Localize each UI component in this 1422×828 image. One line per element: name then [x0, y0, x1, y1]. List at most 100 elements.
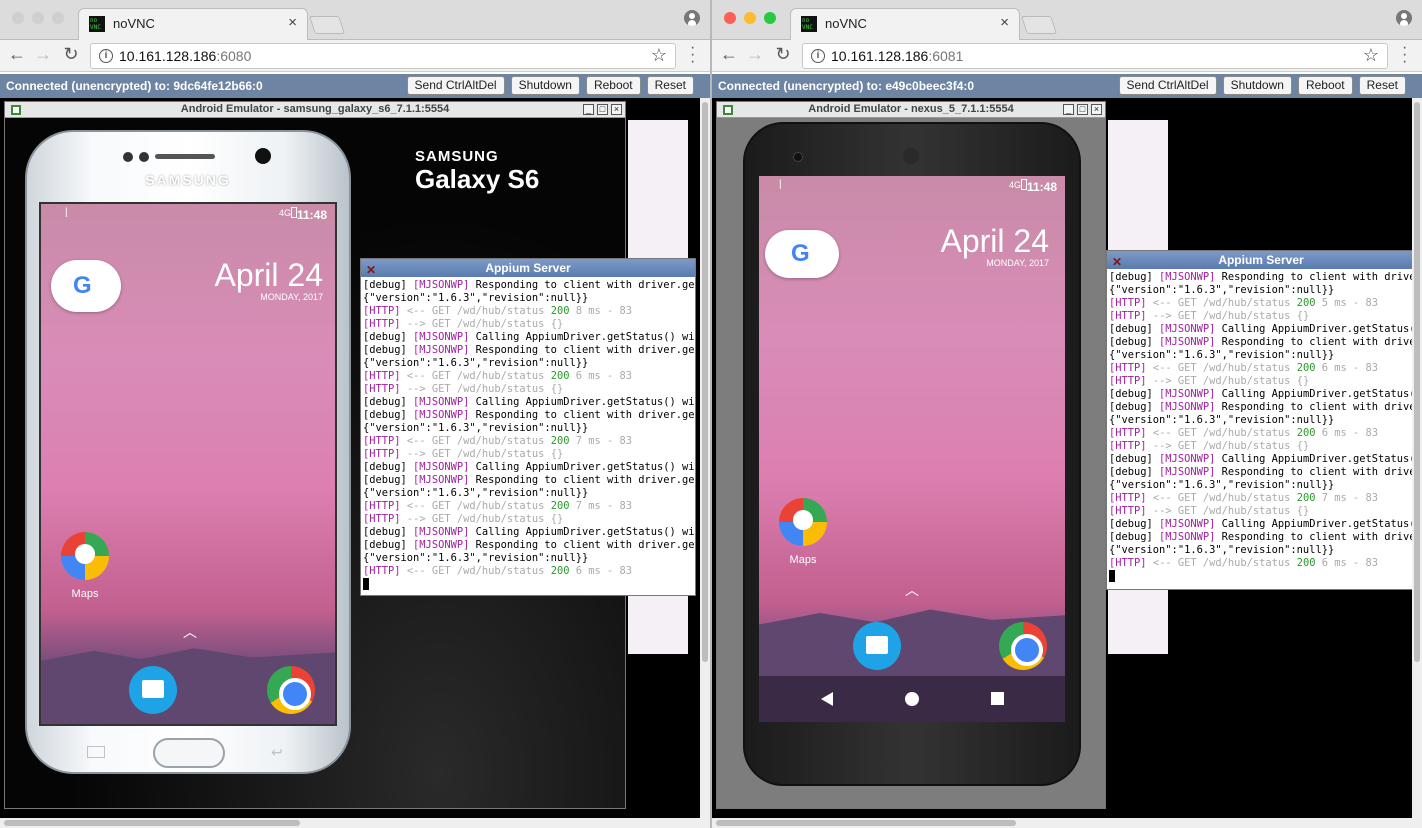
phone-screen[interactable]: | 4G 11:48 G April 24 MONDAY, 2017 Maps …	[759, 176, 1065, 722]
back-key[interactable]: ↩	[271, 744, 283, 761]
horizontal-scrollbar[interactable]	[712, 818, 1422, 828]
samsung-logo: SAMSUNG Galaxy S6	[415, 148, 540, 194]
site-info-icon[interactable]: i	[811, 49, 825, 63]
x-window-icon: ✕	[366, 263, 377, 277]
minimize-window-icon[interactable]	[744, 12, 756, 24]
profile-icon[interactable]	[1396, 10, 1412, 26]
horizontal-scrollbar[interactable]	[0, 818, 710, 828]
vnc-screen[interactable]: Android Emulator - nexus_5_7.1.1:5554 _ …	[712, 98, 1422, 818]
back-icon[interactable]: ←	[718, 44, 740, 65]
vnc-buttons: Send CtrlAltDel Shutdown Reboot Reset	[406, 76, 694, 95]
appium-log: [debug] [MJSONWP] Responding to client w…	[1109, 271, 1415, 584]
front-camera-icon	[255, 148, 271, 164]
new-tab-button[interactable]	[1021, 16, 1057, 34]
close-window-icon[interactable]	[12, 12, 24, 24]
close-tab-icon[interactable]: ×	[288, 14, 297, 31]
appium-title: Appium Server	[1218, 253, 1304, 267]
terminal-cursor	[1109, 570, 1115, 582]
nav-bar	[759, 676, 1065, 722]
recent-apps-key[interactable]	[87, 746, 105, 758]
minimize-icon[interactable]: _	[583, 104, 594, 115]
google-search-widget[interactable]: G	[51, 260, 121, 312]
connection-status: Connected (unencrypted) to: 9dc64fe12b66…	[6, 79, 263, 93]
vertical-scrollbar[interactable]	[700, 98, 710, 818]
reboot-button[interactable]: Reboot	[1297, 76, 1353, 95]
app-drawer-chevron-icon[interactable]: ︿	[905, 580, 919, 600]
browser-tab[interactable]: no VNC noVNC ×	[78, 8, 308, 40]
chrome-app-icon[interactable]	[999, 622, 1047, 670]
date-widget[interactable]: April 24 MONDAY, 2017	[941, 224, 1050, 268]
forward-icon[interactable]: →	[32, 44, 54, 65]
window-controls	[724, 12, 776, 24]
forward-icon[interactable]: →	[744, 44, 766, 65]
connection-status: Connected (unencrypted) to: e49c0beec3f4…	[718, 79, 975, 93]
zoom-window-icon[interactable]	[52, 12, 64, 24]
close-icon[interactable]: ×	[611, 104, 622, 115]
bookmark-star-icon[interactable]: ☆	[651, 45, 667, 66]
send-ctrlaltdel-button[interactable]: Send CtrlAltDel	[406, 76, 505, 95]
maps-label: Maps	[71, 588, 99, 600]
chrome-app-icon[interactable]	[267, 666, 315, 714]
phone-screen[interactable]: | 4G 11:48 G April 24 MONDAY, 2017 Maps …	[39, 202, 337, 726]
maps-icon	[61, 532, 109, 580]
maximize-icon[interactable]: □	[1077, 104, 1088, 115]
nav-recents-icon[interactable]	[991, 692, 1004, 705]
earpiece	[155, 154, 215, 159]
address-bar[interactable]: i 10.161.128.186:6080 ☆	[90, 43, 676, 69]
reboot-button[interactable]: Reboot	[585, 76, 641, 95]
vnc-buttons: Send CtrlAltDel Shutdown Reboot Reset	[1118, 76, 1406, 95]
google-g-icon: G	[791, 240, 810, 267]
site-info-icon[interactable]: i	[99, 49, 113, 63]
browser-menu-icon[interactable]: · · ·	[1402, 40, 1408, 70]
zoom-window-icon[interactable]	[764, 12, 776, 24]
reset-button[interactable]: Reset	[646, 76, 694, 95]
address-bar[interactable]: i 10.161.128.186:6081 ☆	[802, 43, 1388, 69]
minimize-window-icon[interactable]	[32, 12, 44, 24]
browser-window-left: no VNC noVNC × ← → ↻ i 10.161.128.186:608…	[0, 0, 710, 828]
emulator-titlebar: Android Emulator - nexus_5_7.1.1:5554 _ …	[717, 102, 1105, 118]
terminal-cursor	[363, 578, 369, 590]
close-icon[interactable]: ×	[1091, 104, 1102, 115]
back-icon[interactable]: ←	[6, 44, 28, 65]
app-drawer-chevron-icon[interactable]: ︿	[183, 622, 197, 642]
maps-app[interactable]: Maps	[777, 498, 829, 566]
emulator-title: Android Emulator - nexus_5_7.1.1:5554	[808, 103, 1014, 115]
browser-toolbar: ← → ↻ i 10.161.128.186:6080 ☆ · · ·	[0, 40, 710, 72]
date-widget[interactable]: April 24 MONDAY, 2017	[215, 258, 324, 302]
shutdown-button[interactable]: Shutdown	[1222, 76, 1292, 95]
messages-app-icon[interactable]	[129, 666, 177, 714]
shutdown-button[interactable]: Shutdown	[510, 76, 580, 95]
close-tab-icon[interactable]: ×	[1000, 14, 1009, 31]
reload-icon[interactable]: ↻	[60, 44, 82, 65]
google-g-icon: G	[73, 272, 92, 299]
nav-back-icon[interactable]	[821, 692, 833, 706]
messages-app-icon[interactable]	[853, 622, 901, 670]
appium-titlebar: ✕ Appium Server	[1107, 251, 1415, 269]
home-button[interactable]	[153, 738, 225, 768]
status-bar: | 4G 11:48	[65, 207, 327, 222]
browser-tab[interactable]: no VNC noVNC ×	[790, 8, 1020, 40]
browser-menu-icon[interactable]: · · ·	[690, 40, 696, 70]
reset-button[interactable]: Reset	[1358, 76, 1406, 95]
minimize-icon[interactable]: _	[1063, 104, 1074, 115]
samsung-phone-body: SAMSUNG | 4G 11:48 G April 24 MONDAY, 20…	[25, 130, 351, 774]
novnc-status-bar: Connected (unencrypted) to: e49c0beec3f4…	[712, 74, 1422, 98]
vertical-scrollbar[interactable]	[1412, 98, 1422, 818]
google-search-widget[interactable]: G	[765, 230, 839, 278]
appium-server-window[interactable]: ✕ Appium Server [debug] [MJSONWP] Respon…	[1106, 250, 1416, 590]
send-ctrlaltdel-button[interactable]: Send CtrlAltDel	[1118, 76, 1217, 95]
maps-app[interactable]: Maps	[59, 532, 111, 600]
maximize-icon[interactable]: □	[597, 104, 608, 115]
clock: 11:48	[1026, 180, 1057, 194]
appium-server-window[interactable]: ✕ Appium Server [debug] [MJSONWP] Respon…	[360, 258, 696, 596]
nav-home-icon[interactable]	[905, 692, 919, 706]
reload-icon[interactable]: ↻	[772, 44, 794, 65]
appium-titlebar: ✕ Appium Server	[361, 259, 695, 277]
new-tab-button[interactable]	[309, 16, 345, 34]
vnc-screen[interactable]: Android Emulator - samsung_galaxy_s6_7.1…	[0, 98, 710, 818]
bookmark-star-icon[interactable]: ☆	[1363, 45, 1379, 66]
novnc-status-bar: Connected (unencrypted) to: 9dc64fe12b66…	[0, 74, 710, 98]
close-window-icon[interactable]	[724, 12, 736, 24]
x-window-icon: ✕	[1112, 255, 1123, 269]
profile-icon[interactable]	[684, 10, 700, 26]
